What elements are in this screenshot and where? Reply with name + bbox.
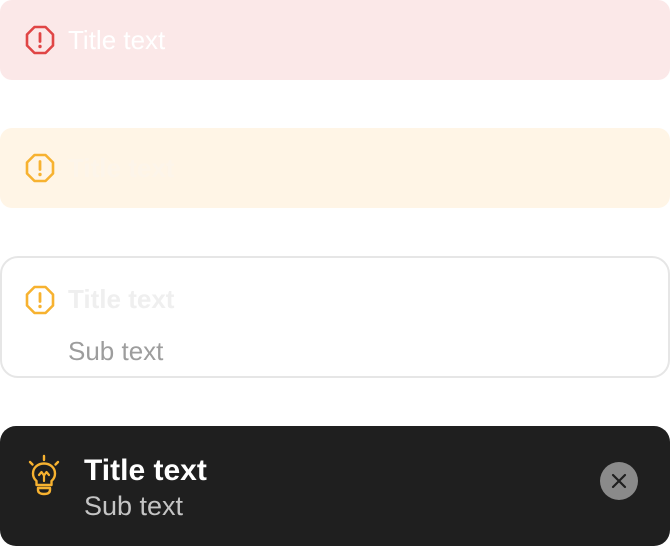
alert-octagon-icon [25,153,55,183]
alert-octagon-icon [25,25,55,55]
alert-title: Title text [68,25,166,55]
alert-title: Title text [84,454,207,487]
lightbulb-icon [28,454,60,496]
alert-subtitle: Sub text [68,336,164,366]
alert-warning: Title text [0,128,670,208]
alert-error: Title text [0,0,670,80]
close-button[interactable] [600,462,638,500]
alert-octagon-icon [25,285,55,315]
close-icon [611,473,627,489]
alerts-showcase: Title text Title text Title text Sub tex… [0,0,670,546]
alert-outline: Title text Sub text [0,256,670,378]
alert-dark-toast: Title text Sub text [0,426,670,546]
alert-title: Title text [68,153,175,183]
alert-subtitle: Sub text [84,491,184,521]
alert-title: Title text [68,284,175,314]
